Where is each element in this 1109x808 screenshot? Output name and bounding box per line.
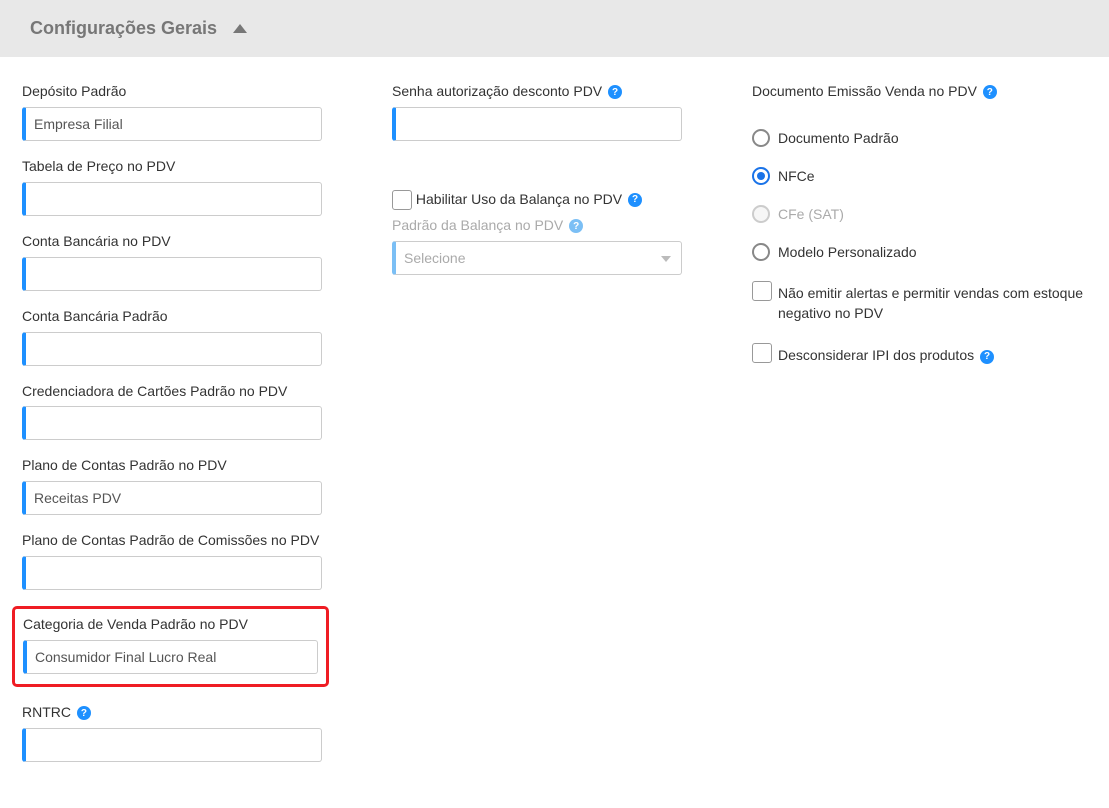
label-conta-bancaria-pdv: Conta Bancária no PDV <box>22 232 322 251</box>
field-deposito-padrao: Depósito Padrão <box>22 82 322 141</box>
select-placeholder: Selecione <box>404 250 466 266</box>
label-conta-bancaria-padrao: Conta Bancária Padrão <box>22 307 322 326</box>
radio-row-nfce: NFCe <box>752 167 1087 185</box>
chevron-up-icon <box>233 24 247 33</box>
label-desconsiderar-ipi: Desconsiderar IPI dos produtos ? <box>778 343 994 365</box>
input-conta-bancaria-pdv[interactable] <box>22 257 322 291</box>
label-habilitar-balanca: Habilitar Uso da Balança no PDV <box>416 189 622 207</box>
radio-label-nfce: NFCe <box>778 168 815 184</box>
radio-row-documento-padrao: Documento Padrão <box>752 129 1087 147</box>
input-conta-bancaria-padrao[interactable] <box>22 332 322 366</box>
input-plano-contas-comissoes[interactable] <box>22 556 322 590</box>
input-plano-contas-pdv[interactable] <box>22 481 322 515</box>
radio-row-modelo-personalizado: Modelo Personalizado <box>752 243 1087 261</box>
field-conta-bancaria-padrao: Conta Bancária Padrão <box>22 307 322 366</box>
panel-title: Configurações Gerais <box>30 18 217 39</box>
label-padrao-balanca: Padrão da Balança no PDV ? <box>392 216 682 235</box>
field-plano-contas-comissoes: Plano de Contas Padrão de Comissões no P… <box>22 531 322 590</box>
help-icon[interactable]: ? <box>983 85 997 99</box>
label-padrao-balanca-text: Padrão da Balança no PDV <box>392 217 563 233</box>
label-senha-desconto-text: Senha autorização desconto PDV <box>392 83 602 99</box>
checkbox-nao-emitir-alertas[interactable] <box>752 281 772 301</box>
label-rntrc: RNTRC ? <box>22 703 322 722</box>
field-plano-contas-pdv: Plano de Contas Padrão no PDV <box>22 456 322 515</box>
input-rntrc[interactable] <box>22 728 322 762</box>
input-tabela-preco[interactable] <box>22 182 322 216</box>
field-senha-desconto: Senha autorização desconto PDV ? <box>392 82 682 141</box>
column-right: Documento Emissão Venda no PDV ? Documen… <box>752 82 1087 778</box>
input-categoria-venda[interactable] <box>23 640 318 674</box>
input-senha-desconto[interactable] <box>392 107 682 141</box>
checkbox-desconsiderar-ipi[interactable] <box>752 343 772 363</box>
select-padrao-balanca[interactable]: Selecione <box>392 241 682 275</box>
field-conta-bancaria-pdv: Conta Bancária no PDV <box>22 232 322 291</box>
field-categoria-venda: Categoria de Venda Padrão no PDV <box>23 615 318 674</box>
help-icon[interactable]: ? <box>628 193 642 207</box>
label-documento-emissao: Documento Emissão Venda no PDV ? <box>752 82 1087 101</box>
field-padrao-balanca: Padrão da Balança no PDV ? Selecione <box>392 216 682 275</box>
label-deposito-padrao: Depósito Padrão <box>22 82 322 101</box>
label-plano-contas-pdv: Plano de Contas Padrão no PDV <box>22 456 322 475</box>
column-left: Depósito Padrão Tabela de Preço no PDV C… <box>22 82 322 778</box>
label-tabela-preco: Tabela de Preço no PDV <box>22 157 322 176</box>
field-credenciadora: Credenciadora de Cartões Padrão no PDV <box>22 382 322 441</box>
help-icon[interactable]: ? <box>608 85 622 99</box>
label-plano-contas-comissoes: Plano de Contas Padrão de Comissões no P… <box>22 531 322 550</box>
radio-documento-padrao[interactable] <box>752 129 770 147</box>
label-rntrc-text: RNTRC <box>22 704 71 720</box>
label-nao-emitir-alertas: Não emitir alertas e permitir vendas com… <box>778 281 1087 324</box>
label-desconsiderar-ipi-text: Desconsiderar IPI dos produtos <box>778 347 974 363</box>
checkbox-row-nao-emitir-alertas: Não emitir alertas e permitir vendas com… <box>752 281 1087 324</box>
chevron-down-icon <box>661 256 671 262</box>
panel-body: Depósito Padrão Tabela de Preço no PDV C… <box>0 57 1109 808</box>
input-credenciadora[interactable] <box>22 406 322 440</box>
radio-label-documento-padrao: Documento Padrão <box>778 130 899 146</box>
field-tabela-preco: Tabela de Preço no PDV <box>22 157 322 216</box>
label-categoria-venda: Categoria de Venda Padrão no PDV <box>23 615 318 634</box>
radio-label-modelo-personalizado: Modelo Personalizado <box>778 244 917 260</box>
label-credenciadora: Credenciadora de Cartões Padrão no PDV <box>22 382 322 401</box>
checkbox-habilitar-balanca[interactable] <box>392 190 412 210</box>
checkbox-row-desconsiderar-ipi: Desconsiderar IPI dos produtos ? <box>752 343 1087 365</box>
help-icon[interactable]: ? <box>980 350 994 364</box>
help-icon[interactable]: ? <box>77 706 91 720</box>
panel-header[interactable]: Configurações Gerais <box>0 0 1109 57</box>
label-documento-emissao-text: Documento Emissão Venda no PDV <box>752 83 977 99</box>
field-habilitar-balanca: Habilitar Uso da Balança no PDV ? <box>392 189 682 210</box>
label-senha-desconto: Senha autorização desconto PDV ? <box>392 82 682 101</box>
input-deposito-padrao[interactable] <box>22 107 322 141</box>
radio-row-cfe-sat: CFe (SAT) <box>752 205 1087 223</box>
radio-nfce[interactable] <box>752 167 770 185</box>
highlight-categoria-venda: Categoria de Venda Padrão no PDV <box>12 606 329 687</box>
column-middle: Senha autorização desconto PDV ? Habilit… <box>392 82 682 778</box>
field-rntrc: RNTRC ? <box>22 703 322 762</box>
help-icon[interactable]: ? <box>569 219 583 233</box>
radio-cfe-sat <box>752 205 770 223</box>
radio-modelo-personalizado[interactable] <box>752 243 770 261</box>
radio-label-cfe-sat: CFe (SAT) <box>778 206 844 222</box>
